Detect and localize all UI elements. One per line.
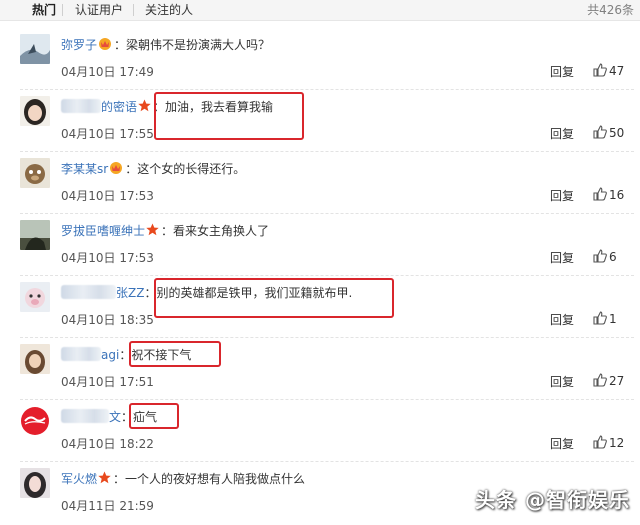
comment-time: 04月10日 17:53 [61,251,154,265]
comment-time: 04月10日 17:53 [61,189,154,203]
watermark-name: 智衔娱乐 [546,488,630,512]
comment-item: 罗拔臣嗜喱绅士 ：看来女主角换人了 04月10日 17:53 回复 6 [0,214,640,276]
avatar[interactable] [20,220,50,250]
comment-total-count: 共426条 [587,3,634,17]
like-button[interactable]: 16 [593,187,624,203]
reply-button[interactable]: 回复 [550,436,574,452]
like-button[interactable]: 27 [593,373,624,389]
comment-text: 梁朝伟不是扮演满大人吗？ [126,38,271,52]
thumbs-up-icon [593,373,607,387]
username-link[interactable]: agi [101,348,119,362]
avatar[interactable] [20,344,50,374]
like-count: 6 [609,250,617,264]
comment-time: 04月10日 17:51 [61,375,154,389]
tab-divider [62,4,63,16]
comment-text: 这个女的长得还行。 [137,162,246,176]
star-badge-icon [146,223,159,241]
highlight-box [129,341,221,367]
reply-button[interactable]: 回复 [550,126,574,142]
tab-following[interactable]: 关注的人 [145,0,193,20]
like-count: 12 [609,436,625,450]
thumbs-up-icon [593,63,607,77]
like-button[interactable]: 50 [593,125,624,141]
username-link[interactable]: 张ZZ [116,286,144,300]
comment-filter-tabs: 热门 认证用户 关注的人 共426条 [0,0,640,21]
comment-time: 04月10日 17:49 [61,65,154,79]
like-count: 1 [609,312,617,326]
comment-time: 04月10日 18:35 [61,313,154,327]
reply-button[interactable]: 回复 [550,312,574,328]
reply-button[interactable]: 回复 [550,64,574,80]
username-link[interactable]: 李某某sr [61,162,108,176]
thumbs-up-icon [593,311,607,325]
blurred-username [61,99,101,113]
highlight-box [154,92,304,140]
tab-divider [133,4,134,16]
username-link[interactable]: 罗拔臣嗜喱绅士 [61,224,145,238]
star-badge-icon [138,99,151,117]
avatar[interactable] [20,158,50,188]
avatar[interactable] [20,468,50,498]
username-link[interactable]: 军火燃 [61,472,97,486]
like-button[interactable]: 12 [593,435,624,451]
blurred-username [61,285,116,299]
like-count: 27 [609,374,625,388]
username-link[interactable]: 的密语 [101,100,137,114]
comment-item: agi：祝不接下气 04月10日 17:51 回复 27 [0,338,640,400]
highlight-box [154,278,394,318]
watermark-mark: @ [525,488,546,512]
thumbs-up-icon [593,435,607,449]
highlight-box [129,403,179,429]
reply-button[interactable]: 回复 [550,188,574,204]
blurred-username [61,347,101,361]
comment-text: 一个人的夜好想有人陪我做点什么 [125,472,306,486]
comment-item: 弥罗子 ：梁朝伟不是扮演满大人吗？ 04月10日 17:49 回复 47 [0,28,640,90]
reply-button[interactable]: 回复 [550,250,574,266]
comment-item: 的密语 ：加油，我去看算我输 04月10日 17:55 回复 50 [0,90,640,152]
crown-badge-icon [109,161,123,179]
like-button[interactable]: 1 [593,311,617,327]
avatar[interactable] [20,96,50,126]
star-badge-icon [98,471,111,489]
avatar[interactable] [20,282,50,312]
like-button[interactable]: 6 [593,249,617,265]
like-count: 16 [609,188,625,202]
reply-button[interactable]: 回复 [550,374,574,390]
tab-verified-users[interactable]: 认证用户 [75,0,123,20]
username-link[interactable]: 文 [109,410,121,424]
thumbs-up-icon [593,249,607,263]
thumbs-up-icon [593,187,607,201]
thumbs-up-icon [593,125,607,139]
crown-badge-icon [98,37,112,55]
comment-item: 李某某sr ：这个女的长得还行。 04月10日 17:53 回复 16 [0,152,640,214]
like-count: 47 [609,64,625,78]
avatar[interactable] [20,34,50,64]
watermark: 头条 @智衔娱乐 [475,488,630,512]
comment-time: 04月11日 21:59 [61,499,154,513]
comment-item: 文：疝气 04月10日 18:22 回复 12 [0,400,640,462]
like-count: 50 [609,126,625,140]
blurred-username [61,409,109,423]
comment-time: 04月10日 17:55 [61,127,154,141]
comment-time: 04月10日 18:22 [61,437,154,451]
watermark-prefix: 头条 [475,488,518,512]
comment-text: 看来女主角换人了 [173,224,270,238]
avatar[interactable] [20,406,50,436]
like-button[interactable]: 47 [593,63,624,79]
username-link[interactable]: 弥罗子 [61,38,97,52]
tab-hot[interactable]: 热门 [32,0,56,20]
